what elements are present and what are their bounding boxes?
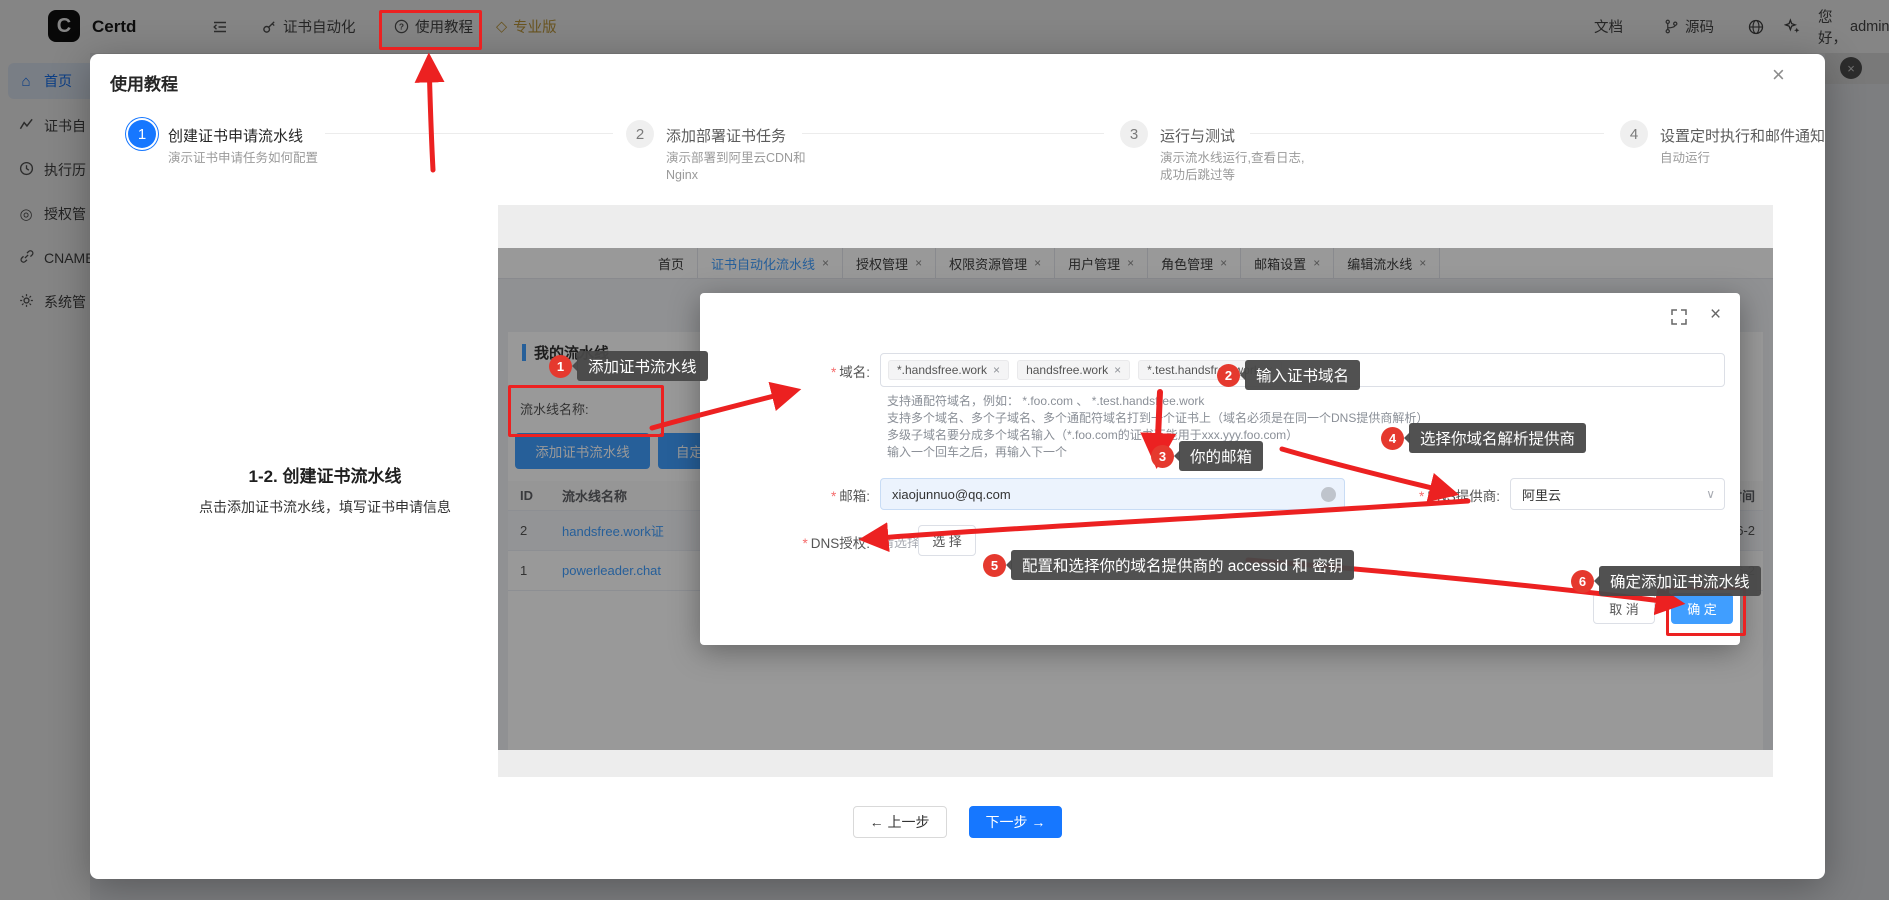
dns-provider-select[interactable]: 阿里云 ∨ <box>1510 478 1725 510</box>
note-desc: 点击添加证书流水线，填写证书申请信息 <box>145 497 505 517</box>
clear-icon[interactable] <box>1321 487 1336 502</box>
step-4-title: 设置定时执行和邮件通知 <box>1660 125 1825 146</box>
step-2-desc: 演示部署到阿里云CDN和Nginx <box>666 150 834 184</box>
confirm-button[interactable]: 确 定 <box>1671 593 1733 624</box>
screenshot-top-strip <box>498 205 1773 248</box>
step-3-circle: 3 <box>1120 120 1148 148</box>
callout-badge: 5 <box>983 554 1006 577</box>
note-title: 1-2. 创建证书流水线 <box>145 462 505 487</box>
callout-6: 6 确定添加证书流水线 <box>1571 566 1761 596</box>
step-4-circle: 4 <box>1620 120 1648 148</box>
callout-badge: 2 <box>1217 364 1240 387</box>
step-connector <box>325 133 613 134</box>
tutorial-note: 1-2. 创建证书流水线 点击添加证书流水线，填写证书申请信息 <box>145 462 505 517</box>
callout-badge: 1 <box>549 355 572 378</box>
domain-tag: *.handsfree.work × <box>888 360 1009 380</box>
tutorial-footer: ← 上一步 下一步 → <box>90 806 1825 838</box>
step-connector <box>1250 133 1604 134</box>
callout-badge: 3 <box>1151 445 1174 468</box>
step-1-circle: 1 <box>128 120 156 148</box>
callout-badge: 4 <box>1381 427 1404 450</box>
callout-4: 4 选择你域名解析提供商 <box>1381 423 1586 453</box>
callout-5: 5 配置和选择你的域名提供商的 accessid 和 密钥 <box>983 550 1354 580</box>
modal-title: 使用教程 <box>110 70 178 95</box>
step-3-title: 运行与测试 <box>1160 125 1235 146</box>
certd-app: C Certd 证书自动化 ? 使用教程 ◇ 专业版 文档 <box>0 0 1889 900</box>
callout-2: 2 输入证书域名 <box>1217 360 1360 390</box>
chevron-down-icon: ∨ <box>1706 487 1724 501</box>
tutorial-screenshot: 首页 证书自动化流水线 × 授权管理 × 权限资源管理 × <box>498 205 1773 777</box>
step-1-desc: 演示证书申请任务如何配置 <box>168 150 330 167</box>
screenshot-bottom-strip <box>498 750 1773 777</box>
step-2-title: 添加部署证书任务 <box>666 125 786 146</box>
callout-3: 3 你的邮箱 <box>1151 441 1263 471</box>
domain-tag: handsfree.work × <box>1017 360 1130 380</box>
email-label: *邮箱: <box>700 485 870 505</box>
dns-provider-label: *DNS提供商: <box>1360 485 1500 505</box>
tag-remove-icon[interactable]: × <box>1114 363 1121 377</box>
dns-auth-placeholder: 请选择 <box>881 532 920 551</box>
prev-step-button[interactable]: ← 上一步 <box>853 806 947 838</box>
domain-label: *域名: <box>700 361 870 381</box>
close-icon[interactable]: × <box>1772 62 1785 88</box>
step-connector <box>802 133 1104 134</box>
dns-auth-label: *DNS授权: <box>700 532 870 552</box>
callout-1: 1 添加证书流水线 <box>549 351 708 381</box>
tutorial-modal: 使用教程 × 1 创建证书申请流水线 演示证书申请任务如何配置 2 添加部署证书… <box>90 54 1825 879</box>
callout-badge: 6 <box>1571 570 1594 593</box>
cancel-button[interactable]: 取 消 <box>1593 593 1655 624</box>
dns-auth-select-button[interactable]: 选 择 <box>918 525 976 556</box>
email-field[interactable]: xiaojunnuo@qq.com <box>880 478 1345 510</box>
next-step-button[interactable]: 下一步 → <box>969 806 1063 838</box>
step-1-title: 创建证书申请流水线 <box>168 125 303 146</box>
fullscreen-icon[interactable] <box>1671 309 1687 330</box>
step-4-desc: 自动运行 <box>1660 150 1820 167</box>
tag-remove-icon[interactable]: × <box>993 363 1000 377</box>
close-icon[interactable]: × <box>1710 304 1721 326</box>
step-2-circle: 2 <box>626 120 654 148</box>
step-3-desc: 演示流水线运行,查看日志,成功后跳过等 <box>1160 150 1312 184</box>
